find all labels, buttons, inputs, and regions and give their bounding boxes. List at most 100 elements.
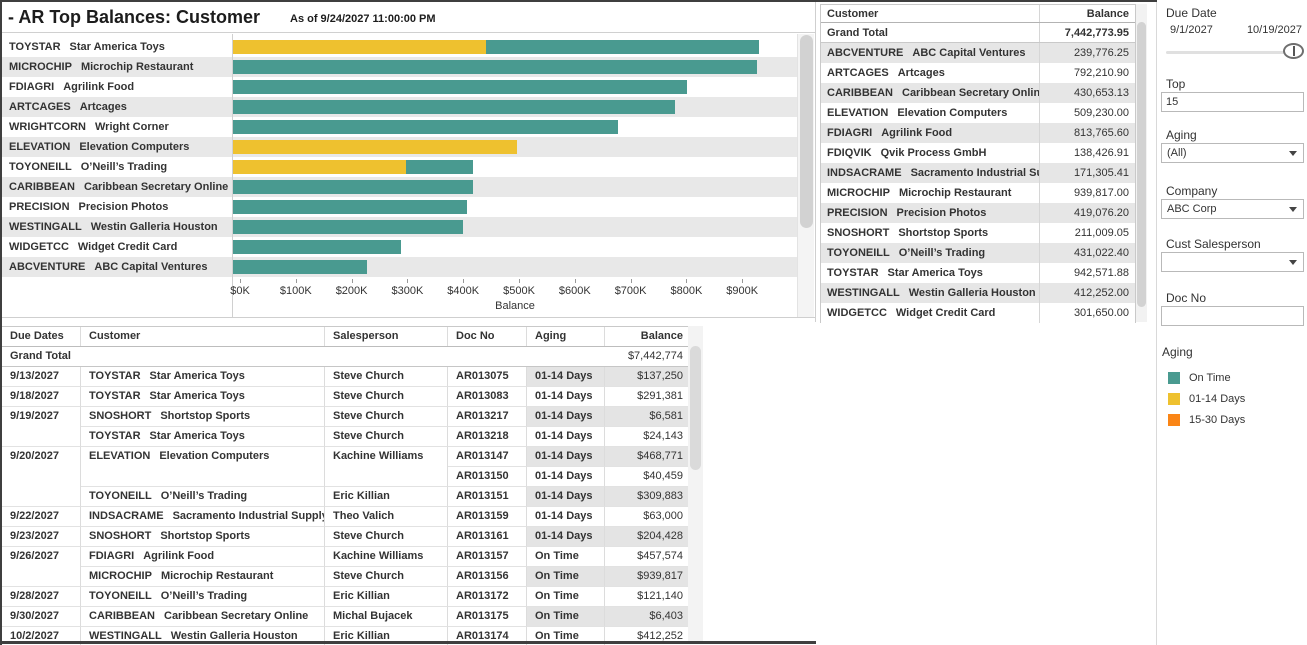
bar-segment-on-time[interactable]	[233, 60, 757, 74]
legend-item-15-30-days[interactable]: 15-30 Days	[1162, 409, 1292, 430]
axis-tick-label: $0K	[210, 285, 270, 297]
summary-row-microchip[interactable]: MICROCHIPMicrochip Restaurant939,817.00	[821, 183, 1135, 203]
top-filter-input[interactable]	[1161, 92, 1304, 112]
summary-row-abcventure[interactable]: ABCVENTUREABC Capital Ventures239,776.25	[821, 43, 1135, 63]
detail-grand-total-row[interactable]: Grand Total $7,442,774	[2, 347, 688, 367]
summary-row-snoshort[interactable]: SNOSHORTShortstop Sports211,009.05	[821, 223, 1135, 243]
detail-cell-doc-no: AR013083	[448, 387, 527, 407]
summary-row-widgetcc[interactable]: WIDGETCCWidget Credit Card301,650.00	[821, 303, 1135, 323]
detail-header-due-dates[interactable]: Due Dates	[2, 327, 81, 346]
bar-fdiagri[interactable]	[233, 80, 687, 94]
bar-segment-on-time[interactable]	[233, 100, 675, 114]
chart-scrollbar[interactable]	[797, 34, 814, 317]
customer-code: SNOSHORT	[89, 410, 151, 422]
detail-header-balance[interactable]: Balance	[605, 327, 688, 346]
detail-cell-code: FDIAGRIAgrilink Food	[81, 547, 325, 567]
detail-cell-salesperson: Steve Church	[325, 367, 448, 387]
summary-scrollbar[interactable]	[1136, 4, 1147, 322]
summary-balance-cell: 239,776.25	[1040, 43, 1135, 63]
detail-scrollbar[interactable]	[688, 326, 703, 641]
detail-row-ar013159[interactable]: 9/22/2027INDSACRAMESacramento Industrial…	[2, 507, 688, 527]
summary-row-fdiqvik[interactable]: FDIQVIKQvik Process GmbH138,426.91	[821, 143, 1135, 163]
summary-header-balance[interactable]: Balance	[1040, 5, 1135, 22]
detail-cell-code: ELEVATIONElevation Computers	[81, 447, 325, 467]
chart-scrollbar-thumb[interactable]	[800, 35, 813, 228]
detail-row-ar013150[interactable]: AR01315001-14 Days$40,459	[2, 467, 688, 487]
bar-toyoneill[interactable]	[233, 160, 473, 174]
bar-artcages[interactable]	[233, 100, 675, 114]
detail-cell-doc-no: AR013151	[448, 487, 527, 507]
summary-row-precision[interactable]: PRECISIONPrecision Photos419,076.20	[821, 203, 1135, 223]
detail-cell-due-date	[2, 467, 81, 487]
customer-code: TOYSTAR	[89, 390, 141, 402]
bar-segment-on-time[interactable]	[233, 220, 463, 234]
legend-label: 01-14 Days	[1189, 393, 1245, 405]
detail-row-ar013157[interactable]: 9/26/2027FDIAGRIAgrilink FoodKachine Wil…	[2, 547, 688, 567]
legend-item-01-14-days[interactable]: 01-14 Days	[1162, 388, 1292, 409]
detail-header-doc-no[interactable]: Doc No	[448, 327, 527, 346]
due-date-slider-handle[interactable]	[1283, 43, 1304, 59]
bar-elevation[interactable]	[233, 140, 517, 154]
customer-code: CARIBBEAN	[9, 181, 75, 193]
summary-scrollbar-thumb[interactable]	[1137, 22, 1146, 307]
bar-segment-on-time[interactable]	[233, 120, 618, 134]
detail-row-ar013172[interactable]: 9/28/2027TOYONEILLO’Neill’s TradingEric …	[2, 587, 688, 607]
summary-row-toystar[interactable]: TOYSTARStar America Toys942,571.88	[821, 263, 1135, 283]
detail-row-ar013161[interactable]: 9/23/2027SNOSHORTShortstop SportsSteve C…	[2, 527, 688, 547]
bar-segment-01-14-days[interactable]	[233, 160, 406, 174]
aging-filter-dropdown[interactable]: (All)	[1161, 143, 1304, 163]
summary-balance-cell: 430,653.13	[1040, 83, 1135, 103]
bar-toystar[interactable]	[233, 40, 759, 54]
bar-segment-on-time[interactable]	[233, 260, 367, 274]
detail-header-salesperson[interactable]: Salesperson	[325, 327, 448, 346]
bar-segment-on-time[interactable]	[233, 200, 467, 214]
bar-segment-on-time[interactable]	[233, 240, 401, 254]
customer-code: TOYSTAR	[89, 430, 141, 442]
detail-row-ar013217[interactable]: 9/19/2027SNOSHORTShortstop SportsSteve C…	[2, 407, 688, 427]
bar-caribbean[interactable]	[233, 180, 473, 194]
detail-header-customer[interactable]: Customer	[81, 327, 325, 346]
due-date-slider-track[interactable]	[1166, 51, 1296, 54]
legend-item-on-time[interactable]: On Time	[1162, 367, 1292, 388]
summary-row-indsacrame[interactable]: INDSACRAMESacramento Industrial Su..171,…	[821, 163, 1135, 183]
bar-segment-on-time[interactable]	[233, 180, 473, 194]
detail-row-ar013156[interactable]: MICROCHIPMicrochip RestaurantSteve Churc…	[2, 567, 688, 587]
detail-cell-balance: $6,403	[605, 607, 688, 627]
bar-precision[interactable]	[233, 200, 467, 214]
detail-cell-balance: $6,581	[605, 407, 688, 427]
detail-row-ar013151[interactable]: TOYONEILLO’Neill’s TradingEric KillianAR…	[2, 487, 688, 507]
bar-label: TOYSTARStar America Toys	[2, 37, 232, 57]
detail-row-ar013147[interactable]: 9/20/2027ELEVATIONElevation ComputersKac…	[2, 447, 688, 467]
doc-no-filter-input[interactable]	[1161, 306, 1304, 326]
bar-segment-01-14-days[interactable]	[233, 40, 486, 54]
summary-row-caribbean[interactable]: CARIBBEANCaribbean Secretary Online430,6…	[821, 83, 1135, 103]
bar-westingall[interactable]	[233, 220, 463, 234]
cust-salesperson-filter-dropdown[interactable]	[1161, 252, 1304, 272]
detail-row-ar013175[interactable]: 9/30/2027CARIBBEANCaribbean Secretary On…	[2, 607, 688, 627]
bar-wrightcorn[interactable]	[233, 120, 618, 134]
detail-row-ar013218[interactable]: TOYSTARStar America ToysSteve ChurchAR01…	[2, 427, 688, 447]
summary-row-fdiagri[interactable]: FDIAGRIAgrilink Food813,765.60	[821, 123, 1135, 143]
bar-segment-01-14-days[interactable]	[233, 140, 517, 154]
detail-cell-balance: $137,250	[605, 367, 688, 387]
summary-row-elevation[interactable]: ELEVATIONElevation Computers509,230.00	[821, 103, 1135, 123]
detail-row-ar013083[interactable]: 9/18/2027TOYSTARStar America ToysSteve C…	[2, 387, 688, 407]
summary-row-artcages[interactable]: ARTCAGESArtcages792,210.90	[821, 63, 1135, 83]
bar-segment-on-time[interactable]	[406, 160, 474, 174]
bar-widgetcc[interactable]	[233, 240, 401, 254]
detail-header-aging[interactable]: Aging	[527, 327, 605, 346]
detail-row-ar013075[interactable]: 9/13/2027TOYSTARStar America ToysSteve C…	[2, 367, 688, 387]
bar-abcventure[interactable]	[233, 260, 367, 274]
customer-code: WIDGETCC	[827, 307, 887, 319]
summary-row-westingall[interactable]: WESTINGALLWestin Galleria Houston412,252…	[821, 283, 1135, 303]
summary-row-toyoneill[interactable]: TOYONEILLO’Neill’s Trading431,022.40	[821, 243, 1135, 263]
bar-segment-on-time[interactable]	[233, 80, 687, 94]
summary-customer-cell: TOYONEILLO’Neill’s Trading	[821, 243, 1040, 263]
bar-microchip[interactable]	[233, 60, 757, 74]
summary-row-grand-total[interactable]: Grand Total7,442,773.95	[821, 23, 1135, 43]
company-filter-dropdown[interactable]: ABC Corp	[1161, 199, 1304, 219]
bar-segment-on-time[interactable]	[486, 40, 759, 54]
summary-header-customer[interactable]: Customer	[821, 5, 1040, 22]
detail-cell-code	[81, 467, 325, 487]
detail-scrollbar-thumb[interactable]	[690, 346, 701, 470]
